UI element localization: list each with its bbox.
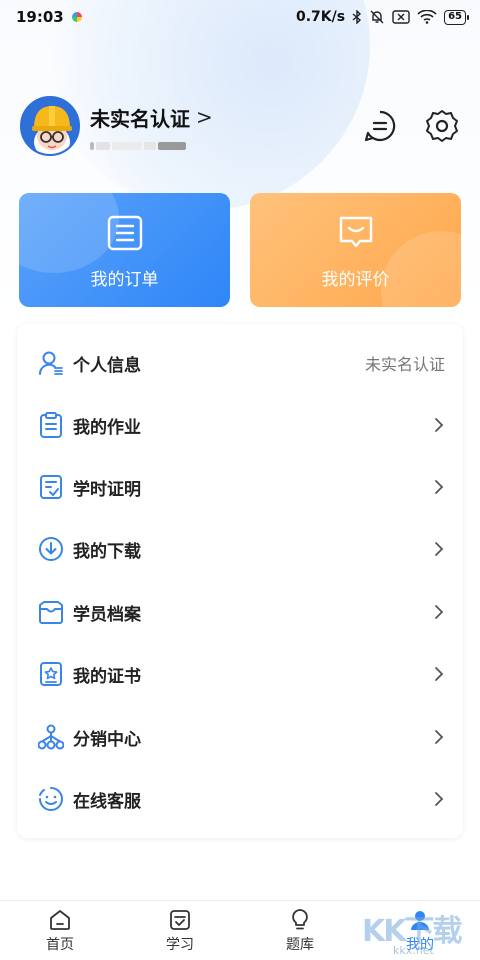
menu-item-label: 分销中心 (73, 729, 141, 750)
my-reviews-card[interactable]: 我的评价 (250, 193, 461, 307)
menu-item-label: 个人信息 (73, 355, 141, 376)
net-speed: 0.7K/s (295, 9, 346, 25)
badge-star-icon (37, 660, 65, 688)
menu-item-my-certificates[interactable]: 我的证书 (17, 654, 463, 694)
menu-item-label: 学时证明 (73, 479, 141, 500)
menu-item-personal-info[interactable]: 个人信息 未实名认证 (17, 343, 463, 383)
nav-study[interactable]: 学习 (120, 901, 240, 960)
phone-blur-segment (96, 141, 110, 150)
chevron-right-icon: > (196, 105, 213, 129)
order-list-icon (107, 215, 143, 251)
bluetooth-icon (352, 10, 362, 24)
bulb-icon (292, 908, 308, 929)
phone-blur-segment (144, 141, 156, 150)
chevron-right-icon (435, 667, 444, 681)
card-decoration (19, 193, 119, 273)
masked-phone (90, 141, 213, 150)
message-icon[interactable] (362, 108, 398, 144)
certificate-check-icon (37, 473, 65, 501)
study-icon (170, 909, 190, 930)
watermark-url: kkx.net (393, 944, 434, 957)
wifi-icon (417, 10, 437, 24)
home-icon (50, 909, 70, 930)
phone-blur-segment (90, 141, 94, 150)
profile-header[interactable]: 未实名认证 > (20, 96, 213, 156)
status-bar: 19:03 0.7K/s 65 (0, 0, 480, 34)
phone-blur-segment (112, 141, 142, 150)
app-notification-icon (71, 12, 82, 22)
clipboard-icon (37, 411, 65, 439)
profile-name: 未实名认证 (90, 106, 190, 131)
my-orders-card[interactable]: 我的订单 (19, 193, 230, 307)
verification-status-link[interactable]: 未实名认证 > (90, 103, 213, 132)
menu-item-label: 在线客服 (73, 791, 141, 812)
avatar[interactable] (20, 96, 80, 156)
menu-panel: 个人信息 未实名认证 我的作业 学时证明 我的下载 学员档案 我的证书 分销中心… (17, 324, 463, 838)
nav-label: 题库 (286, 936, 314, 953)
menu-item-study-hours-certificate[interactable]: 学时证明 (17, 467, 463, 507)
smile-support-icon (37, 785, 65, 813)
network-icon (37, 723, 65, 751)
my-orders-label: 我的订单 (90, 270, 159, 290)
menu-item-online-support[interactable]: 在线客服 (17, 779, 463, 819)
chevron-right-icon (435, 605, 444, 619)
chevron-right-icon (435, 542, 444, 556)
menu-item-label: 我的作业 (73, 417, 141, 438)
person-info-icon (37, 349, 65, 377)
menu-item-my-downloads[interactable]: 我的下载 (17, 529, 463, 569)
nav-label: 学习 (166, 936, 194, 953)
menu-item-label: 我的证书 (73, 666, 141, 687)
download-icon (37, 535, 65, 563)
menu-item-student-records[interactable]: 学员档案 (17, 592, 463, 632)
menu-item-my-homework[interactable]: 我的作业 (17, 405, 463, 445)
nav-home[interactable]: 首页 (0, 901, 120, 960)
nav-question-bank[interactable]: 题库 (240, 901, 360, 960)
menu-item-distribution-center[interactable]: 分销中心 (17, 717, 463, 757)
phone-blur-segment (158, 141, 186, 150)
mute-bell-icon (369, 9, 385, 25)
menu-item-label: 我的下载 (73, 541, 141, 562)
sim-off-icon (392, 10, 410, 24)
my-reviews-label: 我的评价 (321, 270, 390, 290)
verification-status-value: 未实名认证 (364, 355, 445, 374)
chevron-right-icon (435, 730, 444, 744)
chevron-right-icon (435, 792, 444, 806)
battery-indicator: 65 (444, 9, 469, 25)
settings-gear-icon[interactable] (424, 108, 460, 144)
archive-box-icon (37, 598, 65, 626)
status-time: 19:03 (16, 8, 64, 26)
review-chat-icon (338, 215, 374, 251)
chevron-right-icon (435, 418, 444, 432)
chevron-right-icon (435, 480, 444, 494)
menu-item-label: 学员档案 (73, 604, 141, 625)
nav-label: 首页 (46, 936, 74, 953)
